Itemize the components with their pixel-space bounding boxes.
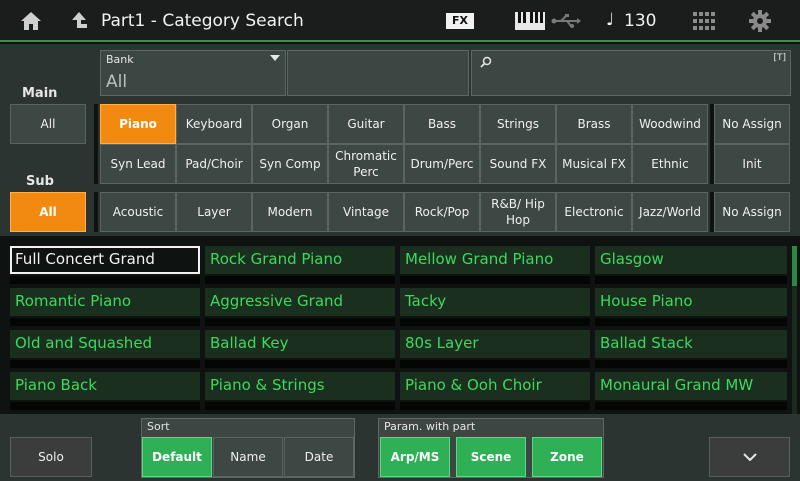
result-item-label: 80s Layer xyxy=(405,334,479,352)
result-item-label: Piano Back xyxy=(15,376,97,394)
result-item-label: Old and Squashed xyxy=(15,334,153,352)
gear-icon[interactable] xyxy=(749,10,771,32)
sort-name-button[interactable]: Name xyxy=(213,437,283,477)
main-category-strings[interactable]: Strings xyxy=(480,104,556,144)
result-item[interactable]: Piano Back xyxy=(10,372,200,410)
page-title: Part1 - Category Search xyxy=(101,11,304,31)
sub-label: Sub xyxy=(26,174,54,189)
result-item[interactable]: Romantic Piano xyxy=(10,288,200,326)
result-item[interactable]: Glasgow xyxy=(595,246,787,284)
main-category-musical-fx[interactable]: Musical FX xyxy=(556,144,632,184)
sub-category-modern[interactable]: Modern xyxy=(252,192,328,232)
main-all-button[interactable]: All xyxy=(10,104,86,144)
sort-label: Sort xyxy=(147,420,170,433)
main-category-brass[interactable]: Brass xyxy=(556,104,632,144)
param-scene-button[interactable]: Scene xyxy=(456,437,526,477)
result-item[interactable]: Ballad Stack xyxy=(595,330,787,368)
results-scrollbar[interactable] xyxy=(792,246,797,414)
chevron-down-icon xyxy=(742,453,757,461)
main-category-piano[interactable]: Piano xyxy=(100,104,176,144)
sub-no-assign-button[interactable]: No Assign xyxy=(714,192,790,232)
result-item-label: Piano & Strings xyxy=(210,376,325,394)
sort-date-button[interactable]: Date xyxy=(284,437,354,477)
expand-button[interactable] xyxy=(709,437,790,477)
main-category-ethnic[interactable]: Ethnic xyxy=(632,144,708,184)
result-item-label: Tacky xyxy=(405,292,447,310)
result-item-label: Glasgow xyxy=(600,250,664,268)
result-item-label: Full Concert Grand xyxy=(15,250,155,268)
main-no-assign-button[interactable]: No Assign xyxy=(714,104,790,144)
result-item[interactable]: Full Concert Grand xyxy=(10,246,200,284)
fx-indicator: FX xyxy=(446,13,474,29)
result-item[interactable]: Tacky xyxy=(400,288,590,326)
sub-category-electronic[interactable]: Electronic xyxy=(556,192,632,232)
main-category-syn-comp[interactable]: Syn Comp xyxy=(252,144,328,184)
result-item[interactable]: 80s Layer xyxy=(400,330,590,368)
sort-default-button[interactable]: Default xyxy=(142,437,212,477)
result-item[interactable]: Aggressive Grand xyxy=(205,288,395,326)
main-category-woodwind[interactable]: Woodwind xyxy=(632,104,708,144)
solo-button[interactable]: Solo xyxy=(10,437,92,477)
divider xyxy=(94,192,98,232)
search-icon xyxy=(480,56,492,68)
sub-all-button[interactable]: All xyxy=(10,192,86,232)
top-bar: Part1 - Category Search FX ♩ 130 xyxy=(0,0,800,42)
main-category-guitar[interactable]: Guitar xyxy=(328,104,404,144)
result-item-label: Piano & Ooh Choir xyxy=(405,376,542,394)
main-category-sound-fx[interactable]: Sound FX xyxy=(480,144,556,184)
main-category-organ[interactable]: Organ xyxy=(252,104,328,144)
result-item[interactable]: Old and Squashed xyxy=(10,330,200,368)
result-item[interactable]: House Piano xyxy=(595,288,787,326)
dropdown-arrow-icon xyxy=(270,55,280,61)
sub-category-acoustic[interactable]: Acoustic xyxy=(100,192,176,232)
main-label: Main xyxy=(22,86,58,101)
main-category-bass[interactable]: Bass xyxy=(404,104,480,144)
divider xyxy=(94,104,98,184)
bank-selector[interactable]: Bank All xyxy=(100,50,286,96)
main-category-syn-lead[interactable]: Syn Lead xyxy=(100,144,176,184)
sub-category-rock-pop[interactable]: Rock/Pop xyxy=(404,192,480,232)
sub-category-vintage[interactable]: Vintage xyxy=(328,192,404,232)
result-item-label: Romantic Piano xyxy=(15,292,132,310)
bank-label: Bank xyxy=(106,53,134,66)
sub-category-layer[interactable]: Layer xyxy=(176,192,252,232)
result-item[interactable]: Rock Grand Piano xyxy=(205,246,395,284)
result-item[interactable]: Piano & Ooh Choir xyxy=(400,372,590,410)
init-button[interactable]: Init xyxy=(714,144,790,184)
search-box[interactable]: [T] xyxy=(471,50,791,96)
param-with-part-label: Param. with part xyxy=(384,420,476,433)
home-icon[interactable] xyxy=(20,11,42,31)
result-item-label: Rock Grand Piano xyxy=(210,250,343,268)
param-arp-ms-button[interactable]: Arp/MS xyxy=(380,437,450,477)
bank-value: All xyxy=(106,72,128,92)
note-icon: ♩ xyxy=(606,10,615,30)
attribute-field[interactable] xyxy=(287,50,469,96)
main-category-chromatic-perc[interactable]: Chromatic Perc xyxy=(328,144,404,184)
result-item[interactable]: Monaural Grand MW xyxy=(595,372,787,410)
result-item-label: Mellow Grand Piano xyxy=(405,250,554,268)
result-item-label: Monaural Grand MW xyxy=(600,376,754,394)
result-item[interactable]: Piano & Strings xyxy=(205,372,395,410)
main-category-keyboard[interactable]: Keyboard xyxy=(176,104,252,144)
main-category-pad-choir[interactable]: Pad/Choir xyxy=(176,144,252,184)
result-item[interactable]: Mellow Grand Piano xyxy=(400,246,590,284)
result-item-label: Aggressive Grand xyxy=(210,292,344,310)
usb-icon xyxy=(551,14,581,28)
keyboard-icon xyxy=(515,12,545,30)
result-item-label: Ballad Key xyxy=(210,334,289,352)
text-input-badge: [T] xyxy=(773,53,786,63)
search-input[interactable] xyxy=(472,71,790,95)
grid-icon[interactable] xyxy=(693,12,715,30)
result-item[interactable]: Ballad Key xyxy=(205,330,395,368)
sub-category-rnb-hip-hop[interactable]: R&B/ Hip Hop xyxy=(480,192,556,232)
result-item-label: Ballad Stack xyxy=(600,334,693,352)
scrollbar-thumb[interactable] xyxy=(792,246,797,286)
result-item-label: House Piano xyxy=(600,292,693,310)
tempo-value[interactable]: 130 xyxy=(624,11,656,31)
sub-category-jazz-world[interactable]: Jazz/World xyxy=(632,192,708,232)
param-zone-button[interactable]: Zone xyxy=(532,437,602,477)
main-category-drum-perc[interactable]: Drum/Perc xyxy=(404,144,480,184)
up-arrow-icon[interactable] xyxy=(70,11,88,31)
